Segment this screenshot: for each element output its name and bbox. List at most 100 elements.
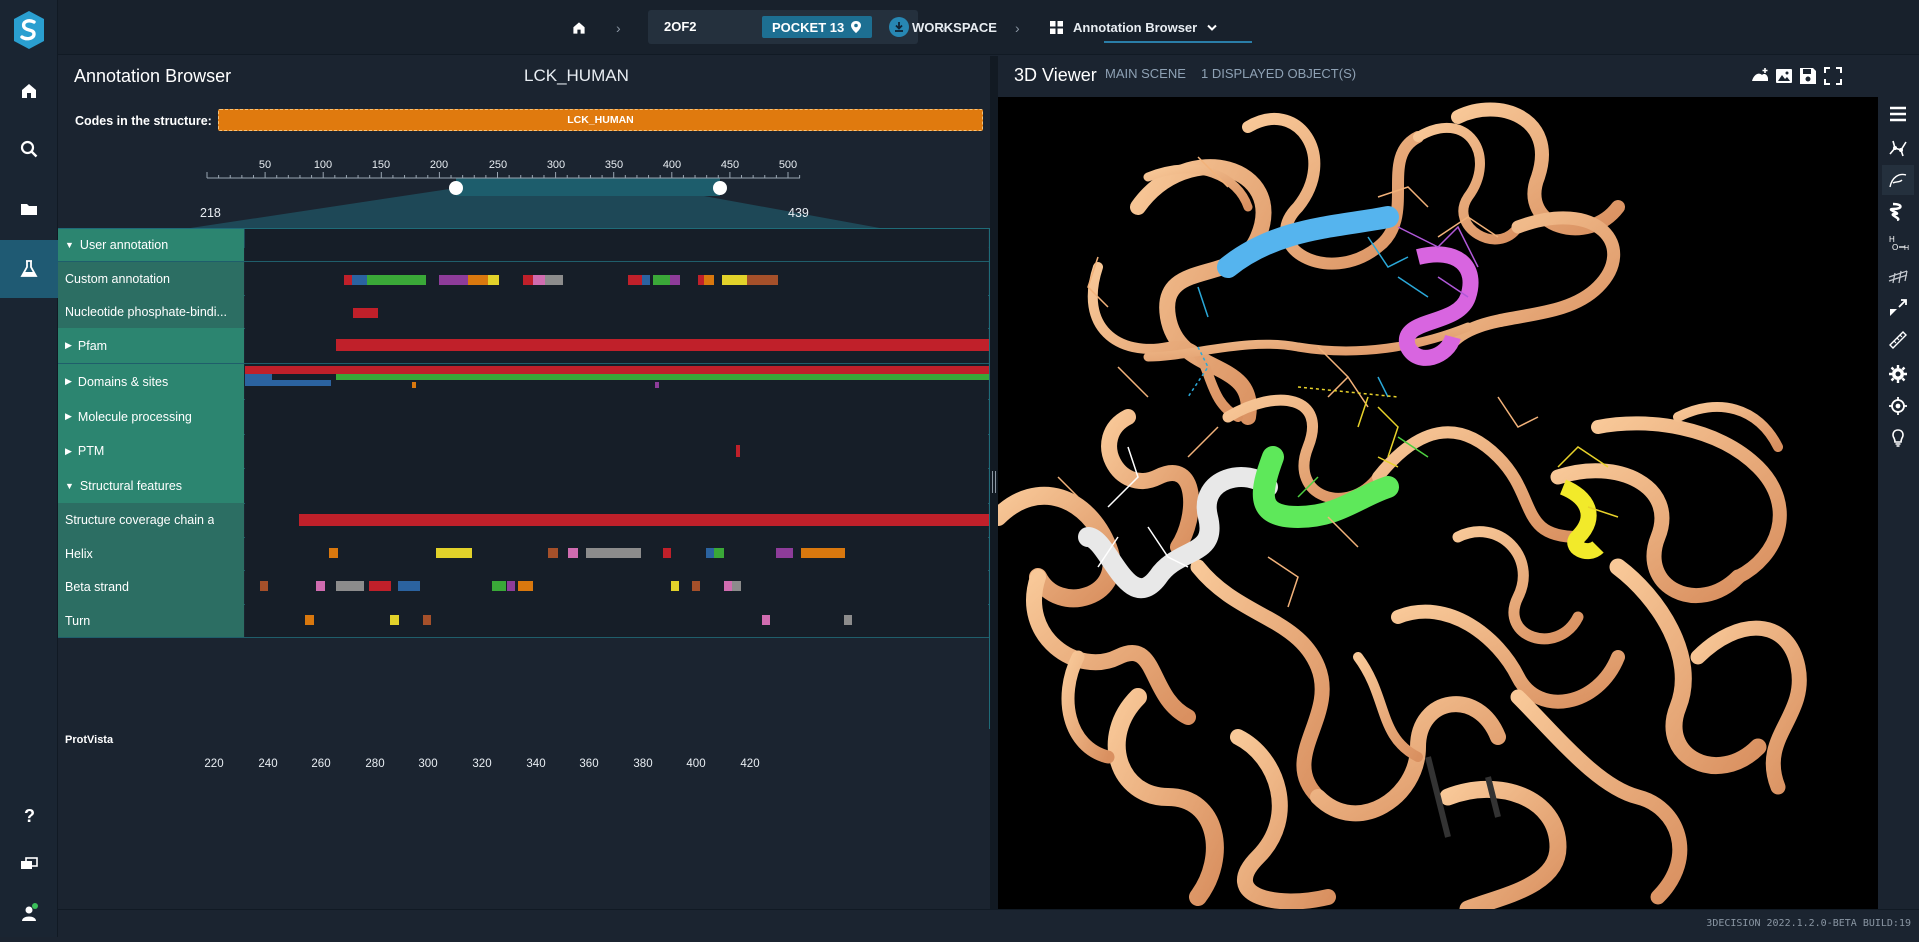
feature-block[interactable] [776,548,793,558]
user-icon[interactable] [0,884,58,942]
feature-block[interactable] [305,615,314,625]
feature-block[interactable] [671,581,679,591]
expand-icon[interactable]: ▶ [65,446,72,457]
track-label-pfam[interactable]: ▶ Pfam [58,328,244,363]
menu-icon[interactable] [1882,99,1914,129]
surface-mesh-icon[interactable] [1882,261,1914,291]
feature-block[interactable] [762,615,770,625]
feature-block[interactable] [423,615,431,625]
feature-block[interactable] [736,445,740,457]
scene-selector[interactable]: MAIN SCENE [1105,66,1186,81]
feature-block[interactable] [336,339,990,351]
surface-icon[interactable] [1750,66,1770,86]
feature-block[interactable] [523,275,533,285]
feature-block[interactable] [245,380,331,386]
track-label-structural-features[interactable]: ▼ Structural features [58,468,244,503]
feature-block[interactable] [628,275,642,285]
feature-block[interactable] [507,581,515,591]
track-label-user-annotation[interactable]: ▼ User annotation [58,228,244,261]
feature-block[interactable] [468,275,488,285]
home-icon[interactable] [0,62,58,120]
home-breadcrumb-icon[interactable] [571,0,587,55]
expand-icon[interactable]: ▶ [65,376,72,387]
download-icon[interactable] [889,17,909,37]
feature-block[interactable] [722,275,747,285]
collapse-icon[interactable]: ▼ [65,481,74,491]
panel-splitter[interactable] [990,56,998,909]
search-icon[interactable] [0,120,58,178]
zoom-left-handle[interactable] [449,181,463,195]
feature-block[interactable] [492,581,506,591]
feature-block[interactable] [670,275,680,285]
feature-block[interactable] [747,275,778,285]
settings-icon[interactable] [1882,359,1914,389]
feature-block[interactable] [412,382,416,388]
molecule-icon[interactable] [1882,133,1914,163]
3decision-logo[interactable] [12,10,46,50]
feature-block[interactable] [586,548,641,558]
zoom-window[interactable] [456,178,720,196]
feature-block[interactable] [714,548,724,558]
splitter-grip[interactable] [992,471,996,493]
feature-block[interactable] [353,308,378,318]
feature-block[interactable] [369,581,391,591]
ruler-icon[interactable] [1882,325,1914,355]
hydrogen-icon[interactable]: HOH [1882,229,1914,259]
feature-block[interactable] [316,581,325,591]
feature-block[interactable] [367,275,426,285]
feature-block[interactable] [704,275,714,285]
collapse-icon[interactable]: ▼ [65,240,74,250]
ligand-icon[interactable] [1882,165,1914,195]
feature-block[interactable] [245,366,990,374]
feature-block[interactable] [488,275,499,285]
bulb-icon[interactable] [1882,423,1914,453]
flask-icon[interactable] [0,240,58,298]
folder-icon[interactable] [0,180,58,238]
feature-block[interactable] [642,275,650,285]
expand-icon[interactable]: ▶ [65,340,72,351]
feature-block[interactable] [336,581,364,591]
feature-block[interactable] [653,275,670,285]
pocket-button[interactable]: POCKET 13 [762,16,872,38]
protein-structure-render[interactable] [998,97,1878,909]
code-chip[interactable]: LCK_HUMAN [218,109,983,131]
feature-block[interactable] [545,275,563,285]
feature-block[interactable] [390,615,399,625]
structure-code[interactable]: 2OF2 [664,19,697,34]
image-icon[interactable] [1774,66,1794,86]
expand-icon[interactable]: ▶ [65,411,72,422]
feature-block[interactable] [352,275,367,285]
feature-block[interactable] [724,581,732,591]
feature-block[interactable] [692,581,700,591]
feature-block[interactable] [568,548,578,558]
feature-block[interactable] [398,581,420,591]
workspace-breadcrumb[interactable]: WORKSPACE [912,0,997,55]
feature-block[interactable] [344,275,352,285]
fullscreen-icon[interactable] [1823,66,1843,86]
3d-viewer-canvas[interactable] [998,97,1878,909]
feature-block[interactable] [801,548,845,558]
feature-block[interactable] [706,548,714,558]
feature-block[interactable] [844,615,852,625]
displayed-objects[interactable]: 1 DISPLAYED OBJECT(S) [1201,66,1356,81]
feature-block[interactable] [663,548,671,558]
track-label-molecule-processing[interactable]: ▶ Molecule processing [58,399,244,434]
feature-block[interactable] [329,548,338,558]
save-icon[interactable] [1798,66,1818,86]
ribbon-icon[interactable] [1882,197,1914,227]
track-label-domains-sites[interactable]: ▶ Domains & sites [58,364,244,399]
feature-block[interactable] [299,514,990,526]
feature-block[interactable] [518,581,533,591]
view-selector[interactable]: Annotation Browser [1050,0,1217,55]
feature-block[interactable] [548,548,558,558]
feature-block[interactable] [260,581,268,591]
zoom-right-handle[interactable] [713,181,727,195]
track-label-ptm[interactable]: ▶ PTM [58,434,244,468]
feature-block[interactable] [436,548,472,558]
feature-block[interactable] [732,581,741,591]
distance-icon[interactable] [1882,293,1914,323]
feature-block[interactable] [439,275,468,285]
target-icon[interactable] [1882,391,1914,421]
feature-block[interactable] [655,382,659,388]
feature-block[interactable] [336,374,990,380]
